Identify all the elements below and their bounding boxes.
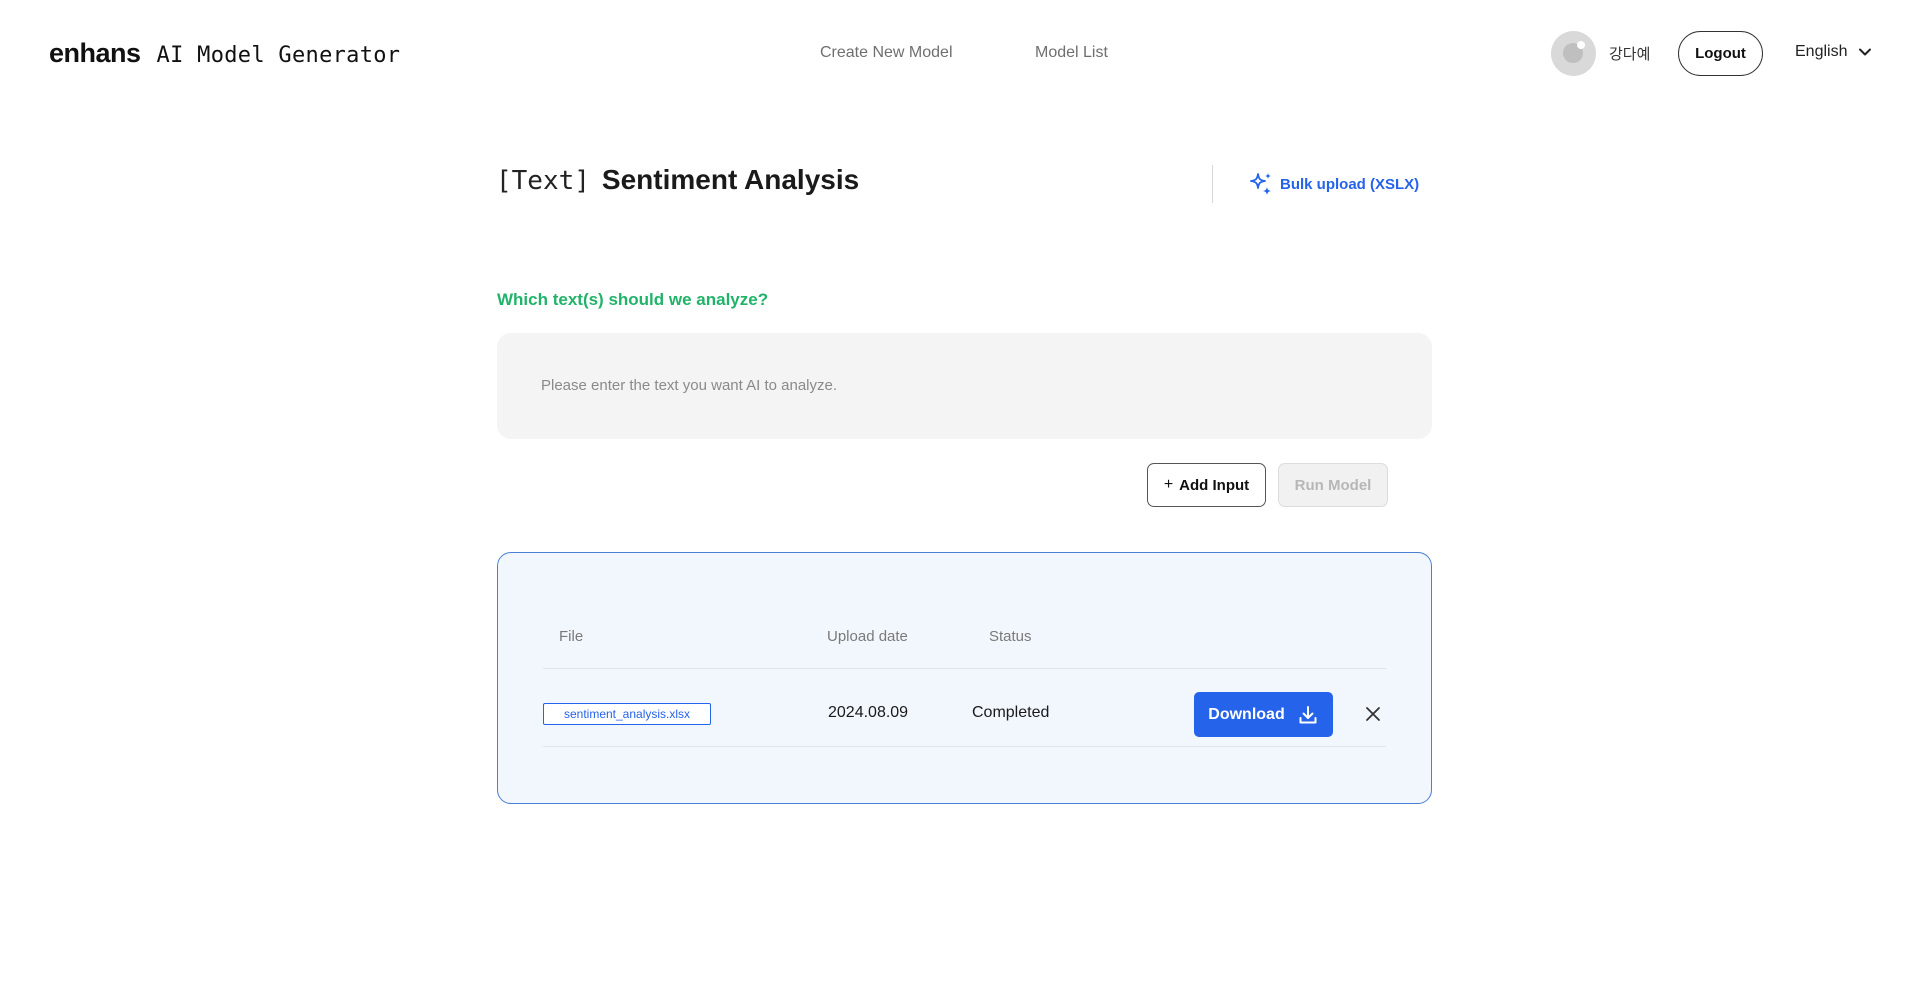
status-cell: Completed bbox=[972, 704, 1050, 721]
bulk-upload-label: Bulk upload (XSLX) bbox=[1280, 175, 1420, 193]
chevron-down-icon bbox=[1859, 48, 1872, 56]
language-selected: English bbox=[1795, 43, 1848, 60]
input-question-label: Which text(s) should we analyze? bbox=[497, 290, 769, 309]
nav-create-new-model[interactable]: Create New Model bbox=[820, 44, 953, 62]
add-input-button[interactable]: + Add Input bbox=[1147, 463, 1266, 507]
brand-logo[interactable]: enhans bbox=[49, 38, 141, 69]
title-divider bbox=[1212, 165, 1213, 203]
column-header-status: Status bbox=[989, 628, 1032, 645]
app-header: enhans AI Model Generator Create New Mod… bbox=[0, 0, 1905, 108]
title-text: Sentiment Analysis bbox=[601, 164, 860, 195]
page-title: [Text] Sentiment Analysis bbox=[496, 164, 859, 196]
analysis-text-input[interactable] bbox=[497, 333, 1432, 439]
close-icon bbox=[1366, 707, 1380, 721]
brand-subtitle: AI Model Generator bbox=[156, 43, 401, 68]
language-selector[interactable]: English bbox=[1795, 43, 1873, 61]
add-input-label: Add Input bbox=[1179, 476, 1250, 494]
analysis-text-box bbox=[497, 333, 1432, 439]
column-header-file: File bbox=[559, 628, 584, 645]
logout-button[interactable]: Logout bbox=[1678, 31, 1763, 76]
bulk-upload-panel bbox=[497, 552, 1432, 804]
plus-icon: + bbox=[1163, 476, 1174, 493]
brand[interactable]: enhans AI Model Generator bbox=[49, 38, 400, 69]
nav-model-list[interactable]: Model List bbox=[1035, 44, 1108, 62]
download-icon bbox=[1299, 705, 1317, 723]
column-header-upload-date: Upload date bbox=[827, 628, 908, 645]
table-header-divider bbox=[543, 668, 1386, 669]
sparkle-icon bbox=[1250, 173, 1271, 195]
run-model-button[interactable]: Run Model bbox=[1278, 463, 1388, 507]
user-name: 강다예 bbox=[1609, 45, 1651, 63]
avatar-highlight-dot bbox=[1577, 41, 1585, 49]
table-row-divider bbox=[543, 746, 1386, 747]
title-type-tag: [Text] bbox=[496, 166, 590, 196]
user-avatar-icon[interactable] bbox=[1551, 31, 1596, 76]
upload-date-cell: 2024.08.09 bbox=[828, 704, 909, 721]
file-name-chip[interactable]: sentiment_analysis.xlsx bbox=[543, 703, 711, 725]
bulk-upload-button[interactable]: Bulk upload (XSLX) bbox=[1248, 171, 1419, 197]
remove-file-button[interactable] bbox=[1362, 703, 1384, 725]
download-label: Download bbox=[1208, 705, 1285, 723]
download-button[interactable]: Download bbox=[1194, 692, 1333, 737]
